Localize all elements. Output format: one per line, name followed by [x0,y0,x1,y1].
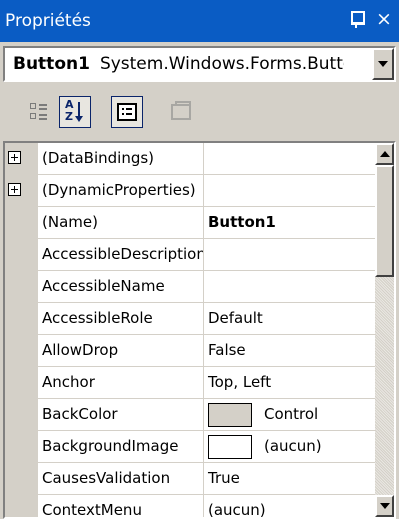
property-value[interactable]: False [204,335,375,366]
chevron-down-icon [378,61,388,67]
row-gutter [5,431,38,463]
property-row[interactable]: (DynamicProperties) [5,175,375,207]
property-value-text: Control [264,405,319,423]
property-name[interactable]: Anchor [38,367,204,398]
property-rows: (DataBindings) (DynamicProperties) (Name) B… [5,143,375,519]
scroll-thumb[interactable] [375,165,394,277]
alphabetical-button[interactable]: AZ [59,96,91,128]
property-pages-icon [171,101,191,120]
scroll-up-button[interactable] [375,143,394,165]
property-value[interactable] [204,271,375,302]
property-value[interactable] [204,143,375,174]
property-name[interactable]: (DataBindings) [26,143,204,174]
property-row[interactable]: AllowDrop False [5,335,375,367]
row-gutter [5,271,38,303]
property-value[interactable]: True [204,463,375,494]
color-swatch [208,402,252,427]
properties-button[interactable] [111,96,143,128]
scroll-down-button[interactable] [375,495,394,517]
properties-toolbar: AZ [0,92,399,134]
categorized-button[interactable] [23,96,55,128]
property-value[interactable]: (aucun) [204,431,375,462]
color-swatch [208,434,252,459]
property-grid: (DataBindings) (DynamicProperties) (Name) B… [3,141,396,519]
property-value-text: Button1 [208,213,276,231]
property-value-text: Top, Left [208,373,272,391]
row-gutter [5,143,38,175]
row-gutter [5,495,38,517]
property-row[interactable]: AccessibleDescription [5,239,375,271]
categorized-icon [30,102,48,122]
property-name[interactable]: BackColor [38,399,204,430]
object-selector[interactable]: Button1 System.Windows.Forms.Button [3,46,396,82]
property-value[interactable]: Button1 [204,207,375,238]
property-value[interactable] [204,239,375,270]
properties-icon [117,103,137,121]
property-name[interactable]: (Name) [38,207,204,238]
row-gutter [5,175,38,207]
row-gutter [5,367,38,399]
row-gutter [5,303,38,335]
property-name[interactable]: AccessibleName [38,271,204,302]
row-gutter [5,335,38,367]
property-value[interactable]: Default [204,303,375,334]
vertical-scrollbar[interactable] [375,143,394,517]
property-row[interactable]: (DataBindings) [5,143,375,175]
object-type: System.Windows.Forms.Button [99,54,344,74]
property-name[interactable]: (DynamicProperties) [26,175,204,206]
property-value-text: Default [208,309,263,327]
property-value-text: True [208,469,240,487]
property-value[interactable]: Top, Left [204,367,375,398]
expand-plus-icon[interactable] [8,151,21,164]
property-value-text: False [208,341,246,359]
row-gutter [5,239,38,271]
alphabetical-icon: AZ [64,98,86,124]
row-gutter [5,399,38,431]
property-row[interactable]: ContextMenu (aucun) [5,495,375,519]
property-row[interactable]: BackColor Control [5,399,375,431]
object-selector-dropdown-button[interactable] [372,48,394,80]
property-value-text: (aucun) [208,501,266,519]
property-name[interactable]: AccessibleDescription [38,239,204,270]
object-name: Button1 [13,54,90,74]
row-gutter [5,207,38,239]
property-value[interactable] [204,175,375,206]
property-row[interactable]: (Name) Button1 [5,207,375,239]
properties-titlebar: Propriétés × [0,0,399,42]
arrow-up-icon [379,151,390,157]
property-row[interactable]: Anchor Top, Left [5,367,375,399]
property-pages-button[interactable] [165,96,197,128]
property-name[interactable]: CausesValidation [38,463,204,494]
property-row[interactable]: AccessibleRole Default [5,303,375,335]
property-value[interactable]: (aucun) [204,495,375,519]
property-row[interactable]: CausesValidation True [5,463,375,495]
property-name[interactable]: AccessibleRole [38,303,204,334]
arrow-down-icon [379,503,390,509]
pin-icon[interactable] [349,9,365,29]
row-gutter [5,463,38,495]
expand-plus-icon[interactable] [8,183,21,196]
property-name[interactable]: AllowDrop [38,335,204,366]
property-value-text: (aucun) [264,437,322,455]
property-name[interactable]: ContextMenu [38,495,204,517]
property-value[interactable]: Control [204,399,375,430]
window-title: Propriétés [5,11,91,31]
close-icon[interactable]: × [375,9,393,29]
property-name[interactable]: BackgroundImage [38,431,204,462]
property-row[interactable]: AccessibleName [5,271,375,303]
property-row[interactable]: BackgroundImage (aucun) [5,431,375,463]
